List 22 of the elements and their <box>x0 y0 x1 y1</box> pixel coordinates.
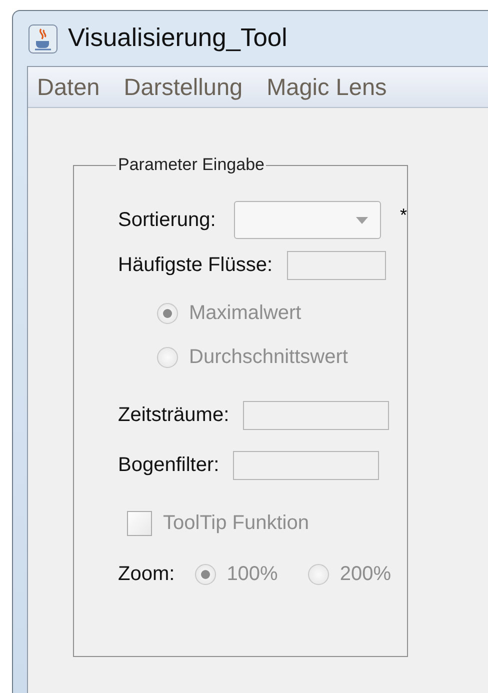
radio-label: Durchschnittswert <box>189 346 348 368</box>
required-mark: * <box>400 205 407 226</box>
field-label: Sortierung: <box>118 208 216 232</box>
menu-item[interactable]: Daten <box>37 74 100 100</box>
menu-item[interactable]: Magic Lens <box>266 74 387 100</box>
radio-label: Maximalwert <box>189 302 302 324</box>
group-title: Parameter Eingabe <box>117 155 266 175</box>
input-field[interactable] <box>243 400 390 430</box>
window-title: Visualisierung_Tool <box>68 24 288 53</box>
field-label: Bogenfilter: <box>118 454 220 476</box>
menu-item[interactable]: Darstellung <box>124 74 243 100</box>
dropdown[interactable] <box>234 201 381 239</box>
field-label: Zeitsträume: <box>118 404 230 426</box>
input-field[interactable] <box>233 450 380 480</box>
field-label: Zoom: <box>118 562 175 586</box>
radio-label: 200% <box>340 562 391 586</box>
checkbox-label: ToolTip Funktion <box>163 512 309 534</box>
input-field[interactable] <box>286 250 386 280</box>
coffee-cup-icon <box>28 24 58 54</box>
field-label: Häufigste Flüsse: <box>118 254 273 276</box>
radio-label: 100% <box>226 562 278 586</box>
caret-icon <box>356 216 368 224</box>
